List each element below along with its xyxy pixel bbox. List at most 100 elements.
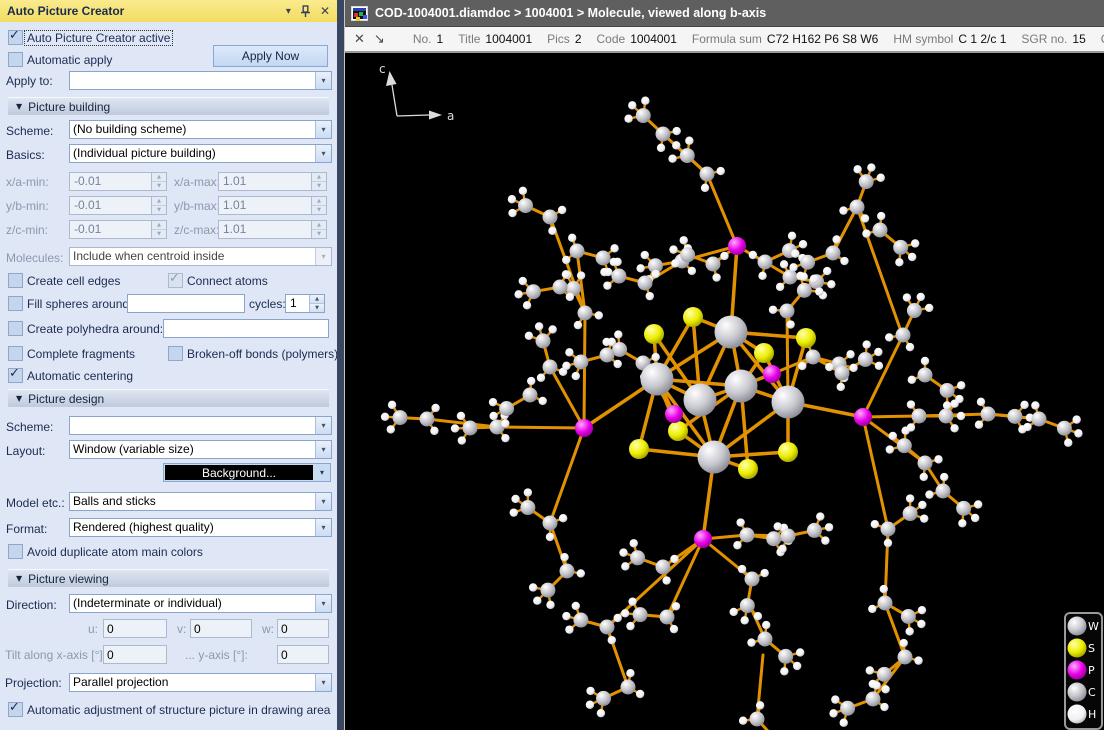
complete-fragments-label[interactable]: Complete fragments bbox=[27, 347, 135, 361]
checkbox-automatic-apply-label[interactable]: Automatic apply bbox=[27, 53, 112, 67]
layout-label: Layout: bbox=[6, 444, 45, 458]
section-picture-viewing[interactable]: ▼ Picture viewing bbox=[8, 569, 329, 587]
arrow-se-icon[interactable]: ↘ bbox=[374, 32, 385, 47]
avoid-duplicate-colors-label[interactable]: Avoid duplicate atom main colors bbox=[27, 545, 203, 559]
chevron-down-icon[interactable]: ▾ bbox=[315, 145, 331, 162]
chevron-down-icon[interactable]: ▾ bbox=[315, 674, 331, 691]
checkbox-create-polyhedra[interactable] bbox=[8, 321, 23, 336]
chevron-down-icon[interactable]: ▾ bbox=[315, 595, 331, 612]
format-label: Format: bbox=[6, 522, 47, 536]
chevron-down-icon[interactable]: ▾ bbox=[315, 72, 331, 89]
format-select[interactable]: Rendered (highest quality) ▾ bbox=[69, 518, 332, 537]
building-scheme-select[interactable]: (No building scheme) ▾ bbox=[69, 120, 332, 139]
design-scheme-select[interactable]: ▾ bbox=[69, 416, 332, 435]
checkbox-automatic-apply[interactable] bbox=[8, 52, 23, 67]
chevron-down-icon[interactable]: ▾ bbox=[315, 121, 331, 138]
automatic-centering-label[interactable]: Automatic centering bbox=[27, 369, 133, 383]
apply-to-label: Apply to: bbox=[6, 74, 53, 88]
chevron-down-icon[interactable]: ▾ bbox=[315, 441, 331, 458]
chevron-down-icon[interactable]: ▾ bbox=[315, 417, 331, 434]
spin-down-icon: ▼ bbox=[312, 205, 326, 214]
broken-off-bonds-label[interactable]: Broken-off bonds (polymers) bbox=[187, 347, 338, 361]
document-window: COD-1004001.diamdoc > 1004001 > Molecule… bbox=[345, 0, 1104, 730]
xa-min-label: x/a-min: bbox=[6, 175, 49, 189]
section-picture-design[interactable]: ▼ Picture design bbox=[8, 389, 329, 407]
xa-min-spinner: -0.01 ▲▼ bbox=[69, 172, 167, 191]
automatic-adjustment-label[interactable]: Automatic adjustment of structure pictur… bbox=[27, 703, 330, 717]
document-titlebar[interactable]: COD-1004001.diamdoc > 1004001 > Molecule… bbox=[345, 0, 1104, 27]
checkbox-automatic-centering[interactable] bbox=[8, 368, 23, 383]
element-legend: WSPCH bbox=[1065, 613, 1102, 729]
close-icon[interactable]: ✕ bbox=[354, 32, 365, 47]
spin-down-icon: ▼ bbox=[152, 181, 166, 190]
create-polyhedra-label[interactable]: Create polyhedra around: bbox=[27, 322, 163, 336]
background-button-label[interactable]: Background... bbox=[165, 465, 313, 480]
cycles-label: cycles: bbox=[249, 297, 286, 311]
collapse-icon: ▼ bbox=[16, 394, 22, 403]
fill-spheres-input[interactable] bbox=[127, 294, 245, 313]
spin-down-icon[interactable]: ▼ bbox=[310, 303, 324, 312]
connect-atoms-label: Connect atoms bbox=[187, 274, 268, 288]
direction-select[interactable]: (Indeterminate or individual) ▾ bbox=[69, 594, 332, 613]
spin-up-icon: ▲ bbox=[152, 221, 166, 229]
create-cell-edges-label[interactable]: Create cell edges bbox=[27, 274, 120, 288]
checkbox-complete-fragments[interactable] bbox=[8, 346, 23, 361]
axes-indicator: c a bbox=[379, 62, 454, 123]
chevron-down-icon[interactable]: ▾ bbox=[315, 519, 331, 536]
spin-down-icon: ▼ bbox=[312, 181, 326, 190]
tilt-y-input: 0 bbox=[277, 645, 329, 664]
yb-max-spinner: 1.01 ▲▼ bbox=[218, 196, 327, 215]
zc-max-label: z/c-max: bbox=[174, 223, 219, 237]
molecules-select: Include when centroid inside ▾ bbox=[69, 247, 332, 266]
chevron-down-icon[interactable]: ▾ bbox=[315, 493, 331, 510]
panel-menu-chevron-down-icon[interactable]: ▾ bbox=[286, 6, 291, 17]
pin-icon[interactable] bbox=[300, 5, 311, 18]
apply-to-select[interactable]: ▾ bbox=[69, 71, 332, 90]
fill-spheres-label[interactable]: Fill spheres around: bbox=[27, 297, 132, 311]
chevron-down-icon[interactable]: ▾ bbox=[314, 464, 330, 481]
molecules-label: Molecules: bbox=[6, 251, 63, 265]
panel-splitter[interactable] bbox=[337, 0, 345, 730]
background-color-button[interactable]: Background... ▾ bbox=[163, 463, 331, 482]
spin-up-icon[interactable]: ▲ bbox=[310, 295, 324, 303]
checkbox-active-label[interactable]: Auto Picture Creator active bbox=[25, 31, 172, 45]
structure-drawing-area[interactable]: c a WSPCH bbox=[345, 55, 1104, 730]
section-picture-building[interactable]: ▼ Picture building bbox=[8, 97, 329, 115]
projection-select[interactable]: Parallel projection ▾ bbox=[69, 673, 332, 692]
checkbox-fill-spheres[interactable] bbox=[8, 296, 23, 311]
w-input: 0 bbox=[277, 619, 329, 638]
checkbox-auto-picture-creator-active[interactable] bbox=[8, 30, 23, 45]
spin-up-icon: ▲ bbox=[152, 197, 166, 205]
checkbox-create-cell-edges[interactable] bbox=[8, 273, 23, 288]
layout-select[interactable]: Window (variable size) ▾ bbox=[69, 440, 332, 459]
panel-titlebar[interactable]: Auto Picture Creator ▾ ✕ bbox=[0, 0, 337, 22]
polyhedra-input[interactable] bbox=[163, 319, 329, 338]
molecule-canvas[interactable]: c a WSPCH bbox=[345, 55, 1104, 730]
document-icon bbox=[351, 6, 368, 21]
tilt-y-label: ... y-axis [°]: bbox=[185, 648, 248, 662]
spin-down-icon: ▼ bbox=[152, 205, 166, 214]
spin-up-icon: ▲ bbox=[312, 173, 326, 181]
v-input: 0 bbox=[190, 619, 252, 638]
yb-min-label: y/b-min: bbox=[6, 199, 49, 213]
spin-up-icon: ▲ bbox=[152, 173, 166, 181]
legend-label-C: C bbox=[1088, 686, 1096, 699]
cycles-spinner[interactable]: 1 ▲▼ bbox=[285, 294, 325, 313]
collapse-icon: ▼ bbox=[16, 574, 22, 583]
legend-label-H: H bbox=[1088, 708, 1096, 721]
toolbar-field: No.1 bbox=[413, 32, 443, 46]
panel-close-icon[interactable]: ✕ bbox=[320, 4, 330, 18]
checkbox-broken-off-bonds[interactable] bbox=[168, 346, 183, 361]
yb-min-spinner: -0.01 ▲▼ bbox=[69, 196, 167, 215]
model-select[interactable]: Balls and sticks ▾ bbox=[69, 492, 332, 511]
basics-select[interactable]: (Individual picture building) ▾ bbox=[69, 144, 332, 163]
spin-down-icon: ▼ bbox=[312, 229, 326, 238]
toolbar-field: Code1004001 bbox=[597, 32, 677, 46]
molecule-structure bbox=[381, 97, 1083, 730]
apply-now-button[interactable]: Apply Now bbox=[213, 45, 328, 67]
legend-label-P: P bbox=[1088, 664, 1095, 677]
u-label: u: bbox=[88, 622, 98, 636]
checkbox-avoid-duplicate-colors[interactable] bbox=[8, 544, 23, 559]
checkbox-automatic-adjustment[interactable] bbox=[8, 702, 23, 717]
design-scheme-label: Scheme: bbox=[6, 420, 53, 434]
